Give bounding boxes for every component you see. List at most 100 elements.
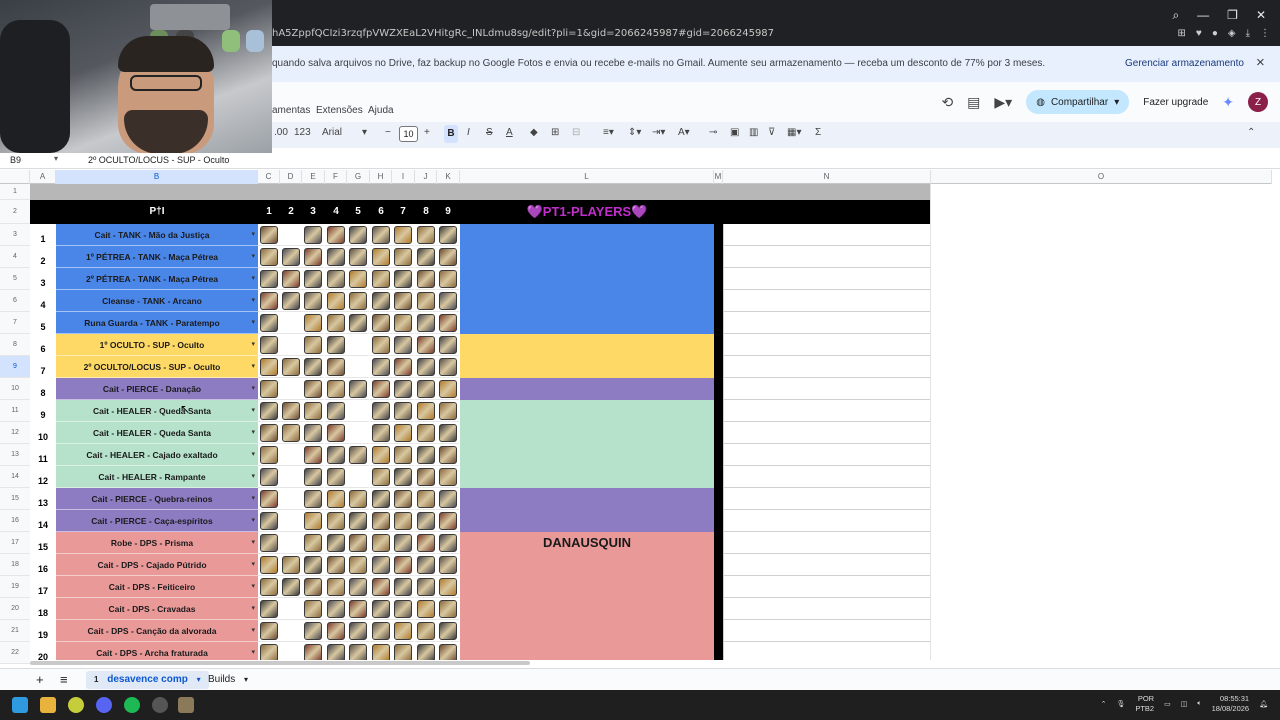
slot-number[interactable]: 3 [30,268,56,290]
gear-slot-cell[interactable] [302,268,324,290]
role-cell[interactable]: Cait - DPS - Feiticeiro ▾ [56,576,258,598]
gear-slot-cell[interactable] [370,444,392,466]
player-cell[interactable] [460,576,714,598]
gear-slot-cell[interactable] [370,554,392,576]
gear-slot-cell[interactable] [325,268,347,290]
dropdown-chip-icon[interactable]: ▾ [251,224,255,245]
profile-icon[interactable]: ● [1212,28,1218,39]
gear-slot-cell[interactable] [258,554,280,576]
column-header-g[interactable]: G [347,170,370,184]
tab-desavence-comp[interactable]: 1 desavence comp ▾ [86,671,209,689]
role-cell[interactable]: Cait - HEALER - Rampante ▾ [56,466,258,488]
gear-slot-cell[interactable] [370,620,392,642]
player-cell[interactable] [460,510,714,532]
player-cell[interactable] [460,488,714,510]
gear-slot-cell[interactable] [302,598,324,620]
gear-slot-cell[interactable] [258,642,280,660]
notes-cell[interactable] [723,400,931,422]
font-size-input[interactable]: 10 [399,126,418,142]
gear-slot-cell[interactable] [392,334,414,356]
player-cell[interactable] [460,290,714,312]
slot-number[interactable]: 4 [30,290,56,312]
menu-help[interactable]: Ajuda [368,105,394,116]
notes-cell[interactable] [723,334,931,356]
gear-slot-cell[interactable] [258,576,280,598]
notes-cell[interactable] [723,554,931,576]
player-cell[interactable] [460,642,714,660]
gear-slot-cell[interactable] [437,334,459,356]
wrap-icon[interactable]: ⇥▾ [652,127,665,138]
row-header[interactable]: 7 [0,312,30,334]
gear-slot-cell[interactable] [280,488,302,510]
gear-slot-cell[interactable] [302,312,324,334]
menu-extensions[interactable]: Extensões [316,105,363,116]
gear-slot-cell[interactable] [347,224,369,246]
gear-slot-cell[interactable] [392,378,414,400]
gear-slot-cell[interactable] [347,642,369,660]
add-sheet-button[interactable]: + [28,671,52,689]
gear-slot-cell[interactable] [437,246,459,268]
slot-number[interactable]: 5 [30,312,56,334]
dropdown-chip-icon[interactable]: ▾ [251,532,255,553]
gear-slot-cell[interactable] [280,576,302,598]
gear-slot-cell[interactable] [258,246,280,268]
gear-slot-cell[interactable] [280,598,302,620]
role-cell[interactable]: Cait - DPS - Cajado Pútrido ▾ [56,554,258,576]
row-header[interactable]: 6 [0,290,30,312]
gear-slot-cell[interactable] [370,598,392,620]
chevron-down-icon[interactable]: ▾ [362,127,367,138]
player-cell[interactable] [460,334,714,356]
gear-slot-cell[interactable] [280,554,302,576]
language-indicator[interactable]: POR PTB2 [1135,694,1154,714]
role-cell[interactable]: 1º PÉTREA - TANK - Maça Pétrea ▾ [56,246,258,268]
all-sheets-button[interactable]: ≡ [52,671,76,689]
gear-slot-cell[interactable] [392,554,414,576]
role-cell[interactable]: Cait - PIERCE - Danação ▾ [56,378,258,400]
comment-add-icon[interactable]: ▣ [730,127,739,138]
gear-slot-cell[interactable] [415,268,437,290]
gear-slot-cell[interactable] [370,268,392,290]
meet-icon[interactable]: ▶▾ [994,94,1012,111]
notes-cell[interactable] [723,224,931,246]
gear-slot-cell[interactable] [302,246,324,268]
extension-icon[interactable]: ◈ [1228,28,1236,39]
gear-slot-cell[interactable] [325,642,347,660]
role-cell[interactable]: Cait - HEALER - Queda Santa ▾ [56,400,258,422]
slot-number[interactable]: 2 [30,246,56,268]
gear-slot-cell[interactable] [437,466,459,488]
column-header-n[interactable]: N [723,170,931,184]
row-header[interactable]: 16 [0,510,30,532]
gear-slot-cell[interactable] [302,290,324,312]
column-header-h[interactable]: H [370,170,392,184]
gear-slot-cell[interactable] [370,400,392,422]
gear-slot-cell[interactable] [437,510,459,532]
notes-cell[interactable] [723,246,931,268]
gear-slot-cell[interactable] [392,488,414,510]
row-header[interactable]: 5 [0,268,30,290]
role-cell[interactable]: Cleanse - TANK - Arcano ▾ [56,290,258,312]
gear-slot-cell[interactable] [347,312,369,334]
upgrade-button[interactable]: Fazer upgrade [1143,97,1208,108]
gear-slot-cell[interactable] [325,598,347,620]
avatar[interactable]: Z [1248,92,1268,112]
gear-slot-cell[interactable] [325,444,347,466]
valign-icon[interactable]: ⇕▾ [628,127,641,138]
gear-slot-cell[interactable] [258,400,280,422]
gear-slot-cell[interactable] [302,554,324,576]
gear-slot-cell[interactable] [415,224,437,246]
gear-slot-cell[interactable] [370,356,392,378]
notification-icon[interactable]: 🔔︎ [1259,700,1268,708]
align-icon[interactable]: ≡▾ [603,127,614,138]
gear-slot-cell[interactable] [392,532,414,554]
gear-slot-cell[interactable] [325,532,347,554]
column-header-i[interactable]: I [392,170,415,184]
notes-cell[interactable] [723,312,931,334]
gear-slot-cell[interactable] [258,378,280,400]
gear-slot-cell[interactable] [370,246,392,268]
column-header-l[interactable]: L [460,170,714,184]
gear-slot-cell[interactable] [347,378,369,400]
row-header[interactable]: 17 [0,532,30,554]
gear-slot-cell[interactable] [437,378,459,400]
gear-slot-cell[interactable] [302,378,324,400]
gear-slot-cell[interactable] [347,532,369,554]
